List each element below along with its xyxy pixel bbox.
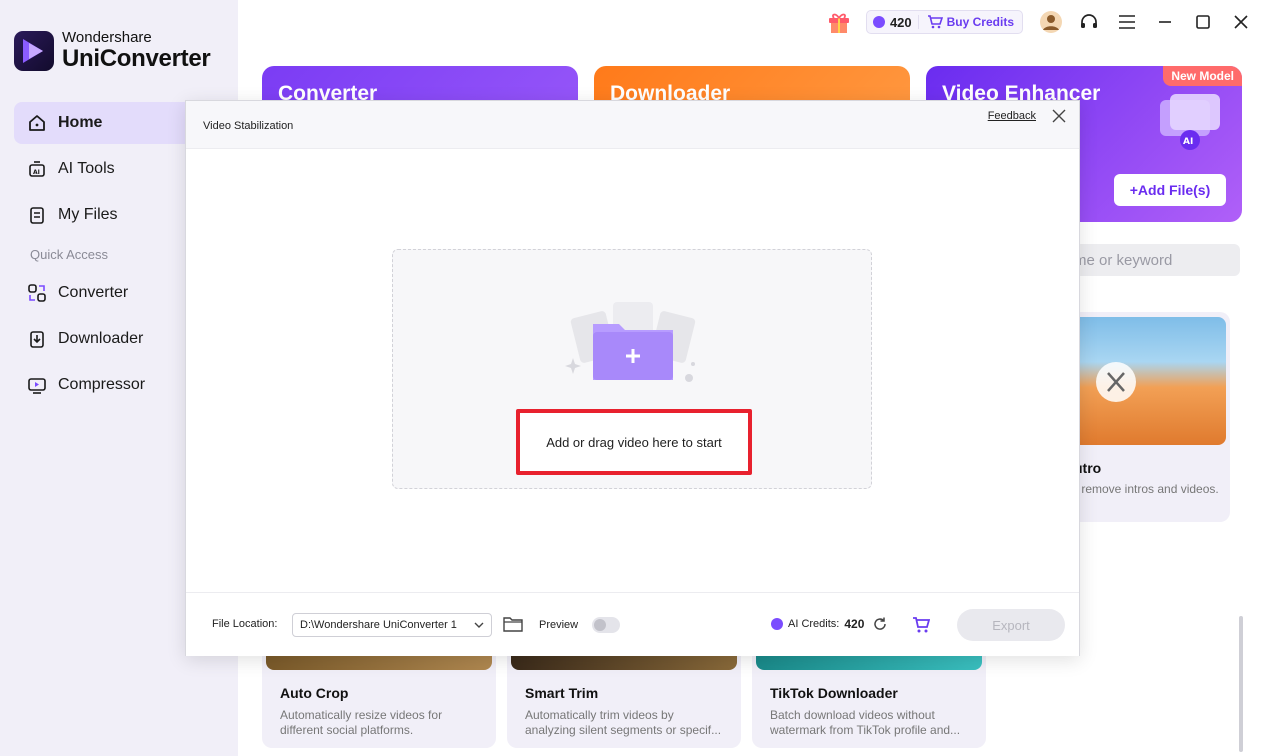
tiktok-downloader-title: TikTok Downloader [770,685,898,701]
uniconverter-logo-icon [14,31,54,71]
smart-trim-title: Smart Trim [525,685,599,701]
add-folder-icon [565,302,696,382]
preview-label: Preview [539,619,579,631]
cart-icon [927,15,943,29]
sidebar-item-label: My Files [58,206,118,223]
video-stabilization-dialog: Video Stabilization Feedback Add or drag… [185,100,1080,656]
tiktok-downloader-desc: Batch download videos without watermark … [770,708,961,737]
sidebar-item-label: Downloader [58,330,144,347]
file-icon [26,204,48,226]
maximize-icon[interactable] [1191,10,1215,34]
buy-credits-button[interactable]: Buy Credits [917,15,1022,29]
avatar-icon[interactable] [1039,10,1063,34]
headset-icon[interactable] [1077,10,1101,34]
smart-trim-desc: Automatically trim videos by analyzing s… [525,708,722,737]
svg-text:AI: AI [33,169,40,176]
ai-credits-label: AI Credits: [788,618,840,630]
auto-crop-title: Auto Crop [280,685,349,701]
chevron-down-icon [474,622,484,628]
compressor-icon [26,374,48,396]
downloader-icon [26,328,48,350]
gift-icon[interactable] [826,9,852,35]
search-input[interactable]: me or keyword [1062,244,1240,276]
preview-toggle[interactable] [592,617,620,633]
cart-icon[interactable] [912,616,930,634]
file-location-label: File Location: [212,618,278,630]
sidebar-item-label: Converter [58,284,129,301]
auto-intro-thumbnail [1066,317,1226,445]
drop-prompt-text: Add or drag video here to start [546,434,722,450]
ai-credit-icon [771,618,783,630]
video-drop-zone[interactable]: Add or drag video here to start [392,249,872,489]
ai-credit-icon [872,16,885,28]
svg-text:AI: AI [1183,137,1193,147]
window-close-icon[interactable] [1229,10,1253,34]
ai-enhance-illustration-icon: AI [1160,94,1220,150]
dialog-footer: File Location: D:\Wondershare UniConvert… [186,592,1079,656]
add-files-button[interactable]: +Add File(s) [1114,174,1226,206]
minimize-icon[interactable] [1153,10,1177,34]
new-model-badge: New Model [1163,66,1242,86]
drop-prompt-highlight[interactable]: Add or drag video here to start [516,409,752,475]
sidebar-item-label: Compressor [58,376,146,393]
auto-intro-card[interactable]: utro r remove intros and videos. [1066,312,1230,522]
brand-company: Wondershare [62,29,152,46]
smart-trim-card[interactable]: Smart Trim Automatically trim videos by … [507,640,741,748]
ai-credits-value: 420 [844,617,865,631]
open-folder-icon[interactable] [503,615,523,633]
ai-credits-display: AI Credits: 420 [771,617,864,631]
home-icon [26,112,48,134]
brand-product: UniConverter [62,45,211,72]
auto-intro-desc: r remove intros and videos. [1074,482,1219,496]
feedback-link[interactable]: Feedback [988,110,1036,122]
auto-crop-desc: Automatically resize videos for differen… [280,708,443,737]
export-button[interactable]: Export [957,609,1065,641]
converter-icon [26,282,48,304]
menu-icon[interactable] [1115,10,1139,34]
top-bar: 420 Buy Credits [826,8,1253,36]
file-location-select[interactable]: D:\Wondershare UniConverter 1 [292,613,492,637]
brand: Wondershare UniConverter [14,29,211,72]
dialog-title: Video Stabilization [203,120,294,132]
scrollbar-thumb[interactable] [1239,616,1243,752]
credits-count: 420 [889,14,912,30]
buy-credits-label: Buy Credits [946,15,1014,29]
scissors-icon [1096,362,1136,402]
sidebar-item-label: AI Tools [58,160,115,177]
credits-pill[interactable]: 420 Buy Credits [865,10,1023,34]
dialog-close-button[interactable] [1050,107,1068,125]
file-location-value: D:\Wondershare UniConverter 1 [300,619,457,631]
sidebar-item-label: Home [58,114,103,131]
close-icon [1052,109,1066,123]
ai-tools-icon: AI [26,158,48,180]
auto-crop-card[interactable]: Auto Crop Automatically resize videos fo… [262,640,496,748]
refresh-icon[interactable] [872,616,888,632]
dialog-header: Video Stabilization Feedback [186,101,1079,149]
tiktok-downloader-card[interactable]: TikTok Downloader Batch download videos … [752,640,986,748]
